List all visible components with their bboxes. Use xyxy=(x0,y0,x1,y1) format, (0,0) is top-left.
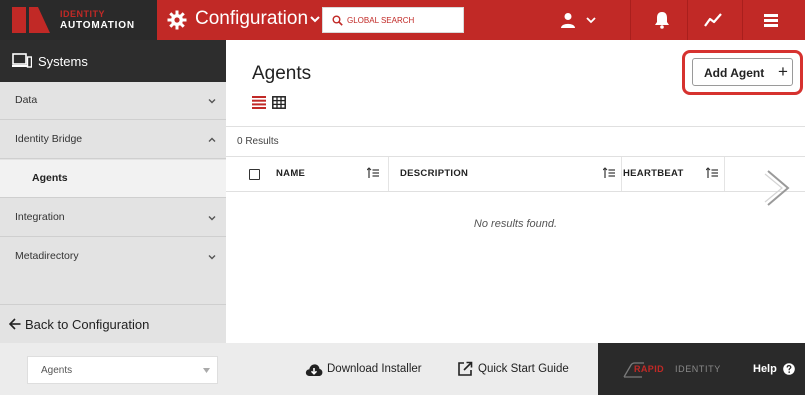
sidebar-header: Systems xyxy=(0,40,226,82)
table-header: NAME DESCRIPTION HEARTBEAT xyxy=(226,157,805,191)
sort-icon[interactable] xyxy=(706,167,718,179)
divider xyxy=(226,191,805,192)
divider xyxy=(226,126,805,127)
caret-down-icon xyxy=(203,368,210,373)
sidebar-item-data[interactable]: Data xyxy=(0,82,226,120)
chevron-right-icon[interactable] xyxy=(763,168,793,208)
company-logo[interactable]: IDENTITY AUTOMATION xyxy=(0,0,157,40)
sidebar-item-label: Agents xyxy=(32,172,68,184)
back-label: Back to Configuration xyxy=(25,317,150,332)
main-content: Agents Add Agent + 0 Results NAME DESCRI… xyxy=(226,40,805,343)
chevron-down-icon xyxy=(208,99,216,104)
footer-brand-area: RAPID IDENTITY Help xyxy=(598,343,805,395)
column-separator xyxy=(621,157,622,191)
empty-state-message: No results found. xyxy=(473,218,558,230)
brand-name-identity: IDENTITY xyxy=(675,364,721,374)
gear-icon xyxy=(167,10,187,30)
sidebar-item-agents[interactable]: Agents xyxy=(0,160,226,198)
sidebar-section-title: Systems xyxy=(38,54,88,69)
user-icon[interactable] xyxy=(560,12,576,28)
sort-icon[interactable] xyxy=(603,167,615,179)
quick-start-guide-link[interactable]: Quick Start Guide xyxy=(478,363,569,375)
column-separator xyxy=(724,157,725,191)
back-to-configuration-link[interactable]: Back to Configuration xyxy=(0,304,226,343)
add-agent-label: Add Agent xyxy=(704,66,765,80)
trend-chart-icon[interactable] xyxy=(704,12,722,28)
grid-view-icon[interactable] xyxy=(272,96,286,109)
results-count: 0 Results xyxy=(237,136,279,147)
view-select-value: Agents xyxy=(41,365,73,376)
footer: Agents Download Installer Quick Start Gu… xyxy=(0,343,805,395)
sidebar-item-metadirectory[interactable]: Metadirectory xyxy=(0,238,226,276)
column-header-description[interactable]: DESCRIPTION xyxy=(400,168,468,179)
list-view-icon[interactable] xyxy=(252,96,266,109)
add-agent-button[interactable]: Add Agent + xyxy=(692,58,793,86)
top-bar: IDENTITY AUTOMATION Configuration xyxy=(0,0,805,40)
search-icon xyxy=(332,15,343,26)
user-menu-caret-icon[interactable] xyxy=(586,16,596,24)
chevron-down-icon xyxy=(208,216,216,221)
column-separator xyxy=(388,157,389,191)
sidebar-item-label: Identity Bridge xyxy=(15,133,83,145)
chevron-up-icon xyxy=(208,137,216,142)
help-link[interactable]: Help xyxy=(753,363,777,375)
app-menu-caret-icon[interactable] xyxy=(310,14,320,24)
app-title[interactable]: Configuration xyxy=(195,8,308,30)
brand-name-rapid: RAPID xyxy=(634,364,665,374)
sort-icon[interactable] xyxy=(367,167,379,179)
cloud-download-icon[interactable] xyxy=(305,363,323,377)
chevron-down-icon xyxy=(208,255,216,260)
external-link-icon[interactable] xyxy=(457,361,473,377)
sidebar-item-integration[interactable]: Integration xyxy=(0,199,226,237)
sidebar-item-identity-bridge[interactable]: Identity Bridge xyxy=(0,121,226,159)
topbar-divider xyxy=(630,0,631,40)
sidebar: Systems Data Identity Bridge Agents Inte… xyxy=(0,40,226,343)
download-installer-link[interactable]: Download Installer xyxy=(327,363,422,375)
global-search-input[interactable] xyxy=(347,12,459,29)
topbar-divider xyxy=(742,0,743,40)
menu-icon[interactable] xyxy=(763,12,779,28)
page-title: Agents xyxy=(252,63,312,84)
column-header-heartbeat[interactable]: HEARTBEAT xyxy=(623,168,684,179)
sidebar-item-label: Metadirectory xyxy=(15,250,79,262)
arrow-left-icon xyxy=(9,318,21,330)
logo-text-top: IDENTITY xyxy=(60,9,106,19)
select-all-checkbox[interactable] xyxy=(249,169,260,180)
plus-icon: + xyxy=(778,62,788,81)
view-select[interactable]: Agents xyxy=(27,356,218,384)
systems-icon xyxy=(12,53,32,68)
help-icon[interactable] xyxy=(783,363,795,375)
sidebar-item-label: Integration xyxy=(15,211,65,223)
column-header-name[interactable]: NAME xyxy=(276,168,305,179)
topbar-divider xyxy=(687,0,688,40)
bell-icon[interactable] xyxy=(654,11,670,29)
logo-mark-icon xyxy=(12,7,50,33)
sidebar-item-label: Data xyxy=(15,94,38,106)
global-search-box[interactable] xyxy=(322,7,464,33)
logo-text-bottom: AUTOMATION xyxy=(60,20,135,31)
